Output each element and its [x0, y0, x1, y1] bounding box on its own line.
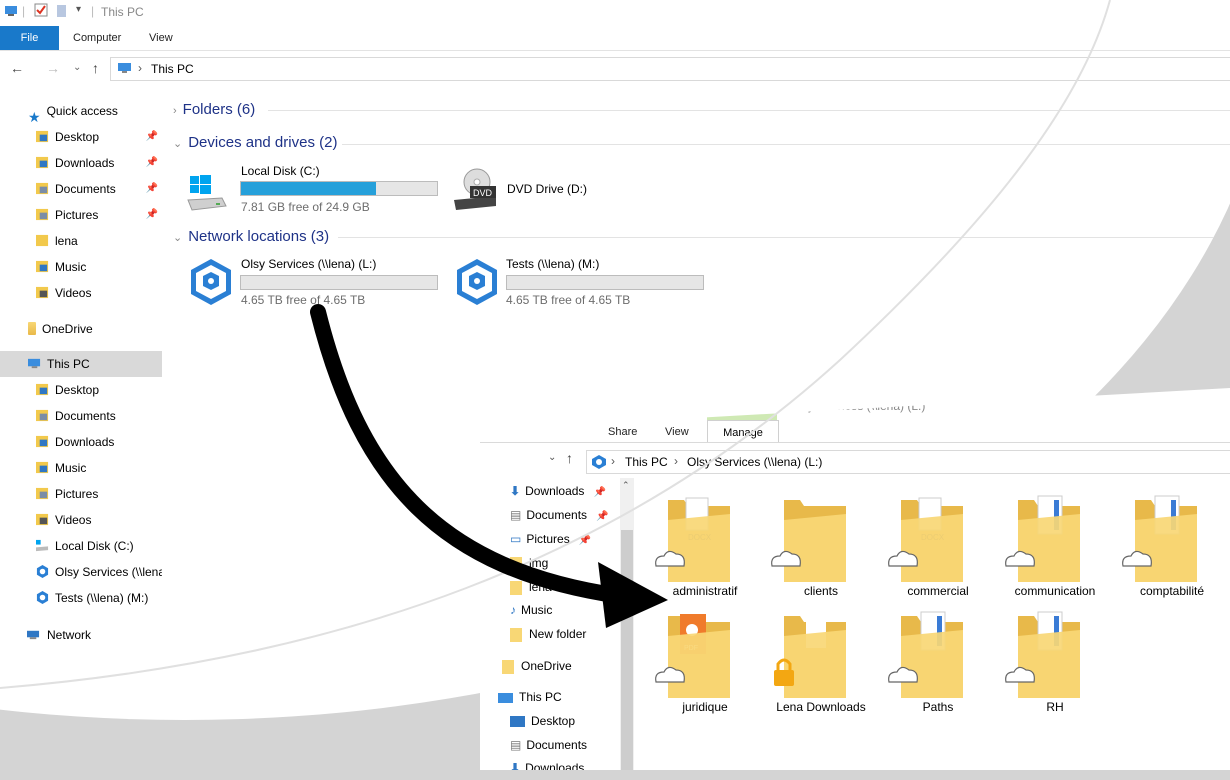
- annotation-overlay: [0, 0, 1111, 689]
- arrow-shaft: [310, 304, 628, 604]
- arrow-head-icon: [598, 562, 668, 628]
